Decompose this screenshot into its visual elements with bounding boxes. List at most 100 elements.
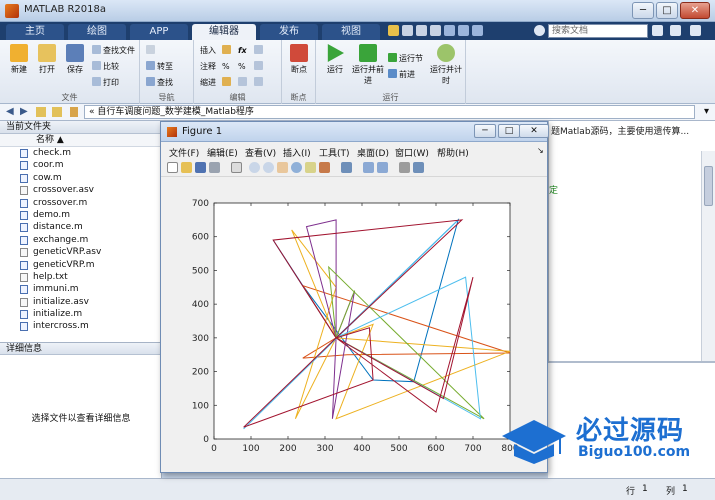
new-button[interactable]: 新建 [6, 44, 32, 75]
help-icon[interactable] [534, 25, 545, 36]
zoom-out-icon[interactable] [263, 162, 274, 173]
uncomment-icon[interactable]: % [238, 61, 246, 73]
file-list-item[interactable]: crossover.asv [0, 184, 161, 196]
insert-more-icon[interactable] [254, 45, 265, 57]
run-section-button[interactable]: 运行节 [388, 53, 423, 65]
tab-plots[interactable]: 绘图 [68, 24, 126, 40]
search-icon[interactable] [652, 25, 663, 36]
save-button[interactable]: 保存 [62, 44, 88, 75]
file-list-item[interactable]: initialize.asv [0, 296, 161, 308]
compare-button[interactable]: 比较 [92, 61, 119, 73]
print-button[interactable]: 打印 [92, 77, 119, 89]
name-column-header[interactable]: 名称 ▲ [0, 134, 161, 147]
scrollbar-thumb[interactable] [704, 166, 713, 206]
minimize-button[interactable]: ─ [632, 2, 654, 19]
notification-icon[interactable] [670, 25, 681, 36]
file-list-item[interactable]: distance.m [0, 221, 161, 233]
back-nav-button[interactable] [146, 45, 157, 57]
login-icon[interactable] [690, 25, 701, 36]
file-list-item[interactable]: cow.m [0, 172, 161, 184]
file-list-item[interactable]: geneticVRP.m [0, 259, 161, 271]
figure-close-button[interactable]: ✕ [519, 124, 549, 138]
paste-quick-icon[interactable] [430, 25, 441, 36]
insert-function-icon[interactable]: fx [238, 45, 247, 57]
show-plot-tools-icon[interactable] [413, 162, 424, 173]
editor-pane[interactable]: 题Matlab源码，主要使用遗传算... 定 [548, 121, 715, 481]
figure-window[interactable]: Figure 1 ─ □ ✕ 文件(F) 编辑(E) 查看(V) 插入(I) 工… [160, 121, 549, 473]
find-files-button[interactable]: 查找文件 [92, 45, 135, 57]
comment-button[interactable]: 注释 [200, 61, 216, 73]
decrease-indent-icon[interactable] [254, 77, 265, 89]
path-dropdown-icon[interactable]: ▾ [704, 106, 709, 117]
hide-plot-tools-icon[interactable] [399, 162, 410, 173]
file-list-item[interactable]: demo.m [0, 209, 161, 221]
line-chart[interactable]: 0 100 200 300 400 500 600 700 800010020030040050… [161, 178, 547, 472]
menu-edit[interactable]: 编辑(E) [207, 146, 238, 159]
file-list-item[interactable]: coor.m [0, 159, 161, 171]
file-list-item[interactable]: initialize.m [0, 308, 161, 320]
menu-file[interactable]: 文件(F) [169, 146, 199, 159]
current-path[interactable]: « 自行车调度问题_数学建模_Matlab程序 [84, 105, 695, 119]
copy-quick-icon[interactable] [416, 25, 427, 36]
smart-indent-icon[interactable] [222, 77, 233, 89]
menu-window[interactable]: 窗口(W) [395, 146, 429, 159]
file-list-item[interactable]: crossover.m [0, 197, 161, 209]
pan-icon[interactable] [277, 162, 288, 173]
open-file-icon[interactable] [181, 162, 192, 173]
comment-percent-icon[interactable]: % [222, 61, 230, 73]
redo-quick-icon[interactable] [458, 25, 469, 36]
goto-button[interactable]: 转至 [146, 61, 173, 73]
file-list-item[interactable]: check.m [0, 147, 161, 159]
menu-help[interactable]: 帮助(H) [437, 146, 469, 159]
tab-editor[interactable]: 编辑器 [192, 24, 256, 40]
data-cursor-icon[interactable] [305, 162, 316, 173]
menu-dock-icon[interactable]: ↘ [537, 146, 544, 155]
insert-button[interactable]: 插入 [200, 45, 216, 57]
file-list-item[interactable]: help.txt [0, 271, 161, 283]
search-docs-input[interactable]: 搜索文档 [548, 24, 648, 38]
increase-indent-icon[interactable] [238, 77, 249, 89]
tab-apps[interactable]: APP [130, 24, 188, 40]
tab-view[interactable]: 视图 [322, 24, 380, 40]
link-plot-icon[interactable] [341, 162, 352, 173]
run-button[interactable]: 运行 [322, 44, 348, 75]
menu-view[interactable]: 查看(V) [245, 146, 276, 159]
close-button[interactable]: ✕ [680, 2, 710, 19]
menu-desktop[interactable]: 桌面(D) [357, 146, 389, 159]
tab-publish[interactable]: 发布 [260, 24, 318, 40]
save-quick-icon[interactable] [388, 25, 399, 36]
cut-quick-icon[interactable] [402, 25, 413, 36]
forward-arrow-icon[interactable]: ▶ [20, 106, 28, 117]
rotate-icon[interactable] [291, 162, 302, 173]
open-button[interactable]: 打开 [34, 44, 60, 75]
file-list-item[interactable]: exchange.m [0, 234, 161, 246]
switch-windows-icon[interactable] [472, 25, 483, 36]
wrap-comment-icon[interactable] [254, 61, 265, 73]
zoom-in-icon[interactable] [249, 162, 260, 173]
menu-insert[interactable]: 插入(I) [283, 146, 311, 159]
insert-section-icon[interactable] [222, 45, 233, 57]
run-and-time-button[interactable]: 运行并计时 [430, 44, 462, 86]
pointer-icon[interactable] [231, 162, 242, 173]
legend-icon[interactable] [377, 162, 388, 173]
tab-home[interactable]: 主页 [6, 24, 64, 40]
back-arrow-icon[interactable]: ◀ [6, 106, 14, 117]
up-folder-icon[interactable] [36, 107, 46, 117]
find-button[interactable]: 查找 [146, 77, 173, 89]
figure-maximize-button[interactable]: □ [498, 124, 520, 138]
file-list-item[interactable]: immuni.m [0, 283, 161, 295]
brush-icon[interactable] [319, 162, 330, 173]
undo-quick-icon[interactable] [444, 25, 455, 36]
browse-folder-icon[interactable] [52, 107, 62, 117]
file-list-item[interactable]: intercross.m [0, 320, 161, 332]
colorbar-icon[interactable] [363, 162, 374, 173]
advance-button[interactable]: 前进 [388, 69, 415, 81]
figure-minimize-button[interactable]: ─ [474, 124, 496, 138]
menu-tools[interactable]: 工具(T) [319, 146, 350, 159]
breakpoints-button[interactable]: 断点 [286, 44, 312, 75]
indent-button[interactable]: 缩进 [200, 77, 216, 89]
file-list-item[interactable]: geneticVRP.asv [0, 246, 161, 258]
maximize-button[interactable]: □ [656, 2, 678, 19]
print-figure-icon[interactable] [209, 162, 220, 173]
new-figure-icon[interactable] [167, 162, 178, 173]
